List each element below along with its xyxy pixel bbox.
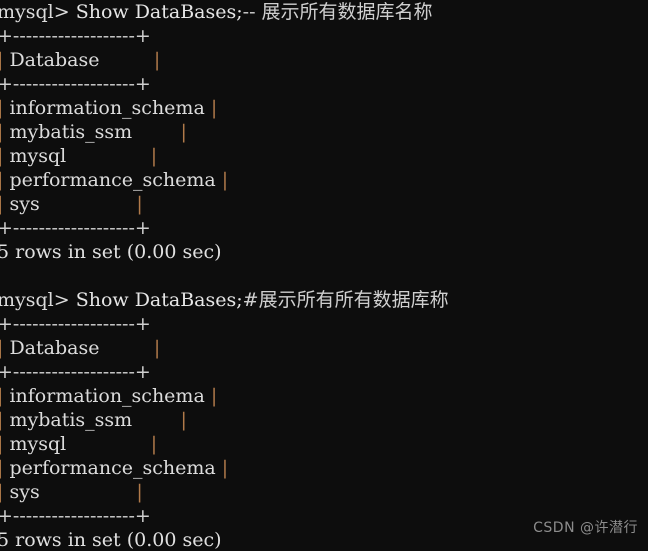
db-name: mysql xyxy=(9,433,67,455)
result-summary: 5 rows in set (0.00 sec) xyxy=(0,241,222,263)
table-row: | mybatis_ssm | xyxy=(0,408,648,432)
pipe-right: | xyxy=(215,457,229,479)
table-row: | sys | xyxy=(0,192,648,216)
pipe-right: | xyxy=(215,169,229,191)
table-header-row: | Database | xyxy=(0,48,648,72)
table-row: | mybatis_ssm | xyxy=(0,120,648,144)
pipe-right: | xyxy=(204,97,218,119)
table-header-rule: +-------------------+ xyxy=(0,361,151,383)
table-header-row: | Database | xyxy=(0,336,648,360)
db-name: mysql xyxy=(9,145,67,167)
sql-command: Show DataBases; xyxy=(75,289,243,311)
db-name: performance_schema xyxy=(9,169,216,191)
pipe-right: | xyxy=(204,385,218,407)
db-name: mybatis_ssm xyxy=(9,121,133,143)
db-name: sys xyxy=(9,481,40,503)
pipe-right: | xyxy=(39,193,143,215)
mysql-prompt: mysql> xyxy=(0,1,76,23)
table-top-rule: +-------------------+ xyxy=(0,313,151,335)
pipe-right: | xyxy=(39,481,143,503)
table-row: | information_schema | xyxy=(0,96,648,120)
db-name: sys xyxy=(9,193,40,215)
pipe-right: | xyxy=(99,337,161,359)
db-name: information_schema xyxy=(9,385,205,407)
sql-comment: -- 展示所有数据库名称 xyxy=(242,1,433,23)
pipe-right: | xyxy=(132,409,187,431)
mysql-prompt: mysql> xyxy=(0,289,76,311)
db-name: information_schema xyxy=(9,97,205,119)
csdn-watermark: CSDN @许潜行 xyxy=(533,520,638,536)
table-row: | performance_schema | xyxy=(0,168,648,192)
table-top-rule: +-------------------+ xyxy=(0,25,151,47)
db-name: performance_schema xyxy=(9,457,216,479)
pipe-right: | xyxy=(66,145,158,167)
table-row: | mysql | xyxy=(0,432,648,456)
pipe-right: | xyxy=(66,433,158,455)
table-row: | information_schema | xyxy=(0,384,648,408)
table-row: | sys | xyxy=(0,480,648,504)
terminal-window[interactable]: mysql> Show DataBases;-- 展示所有数据库名称 +----… xyxy=(0,0,648,551)
sql-command: Show DataBases; xyxy=(75,1,243,23)
command-line: mysql> Show DataBases;#展示所有所有数据库称 xyxy=(0,288,648,312)
table-bottom-rule: +-------------------+ xyxy=(0,217,151,239)
sql-comment: #展示所有所有数据库称 xyxy=(242,289,449,311)
pipe-right: | xyxy=(132,121,187,143)
column-header-database: Database xyxy=(9,49,100,71)
pipe-right: | xyxy=(99,49,161,71)
table-row: | performance_schema | xyxy=(0,456,648,480)
column-header-database: Database xyxy=(9,337,100,359)
db-name: mybatis_ssm xyxy=(9,409,133,431)
table-row: | mysql | xyxy=(0,144,648,168)
command-line: mysql> Show DataBases;-- 展示所有数据库名称 xyxy=(0,0,648,24)
table-header-rule: +-------------------+ xyxy=(0,73,151,95)
